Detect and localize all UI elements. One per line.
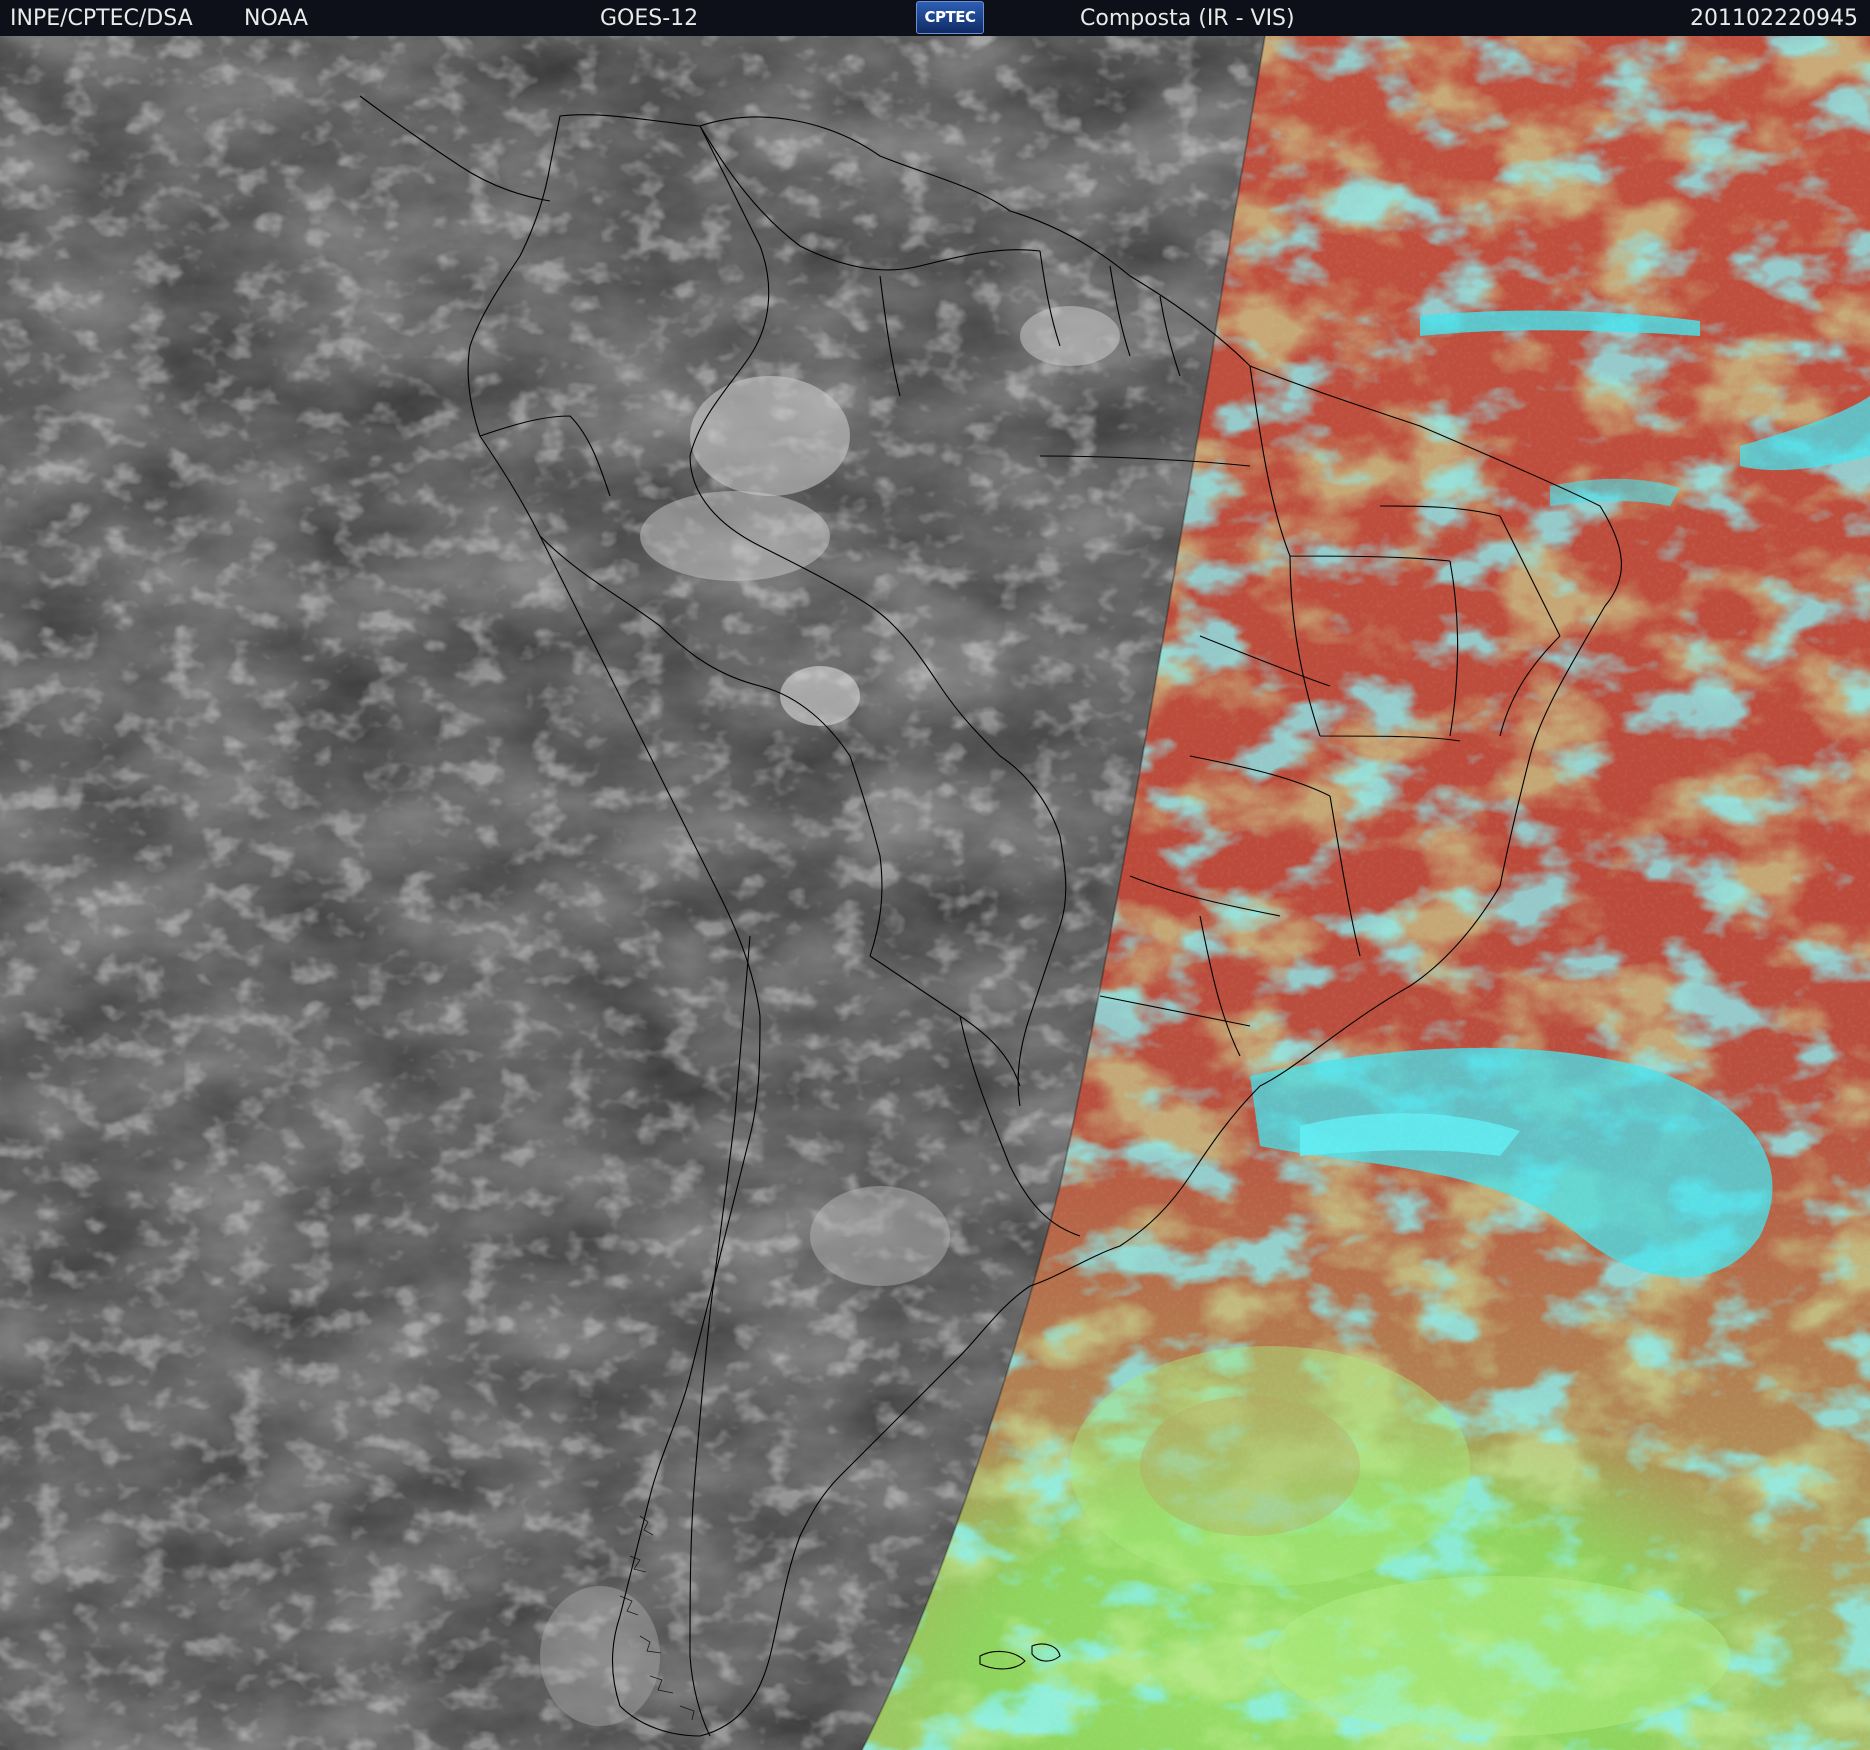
satellite-image-svg [0, 36, 1870, 1750]
organization-label: INPE/CPTEC/DSA [10, 6, 193, 31]
satellite-label: GOES-12 [600, 6, 699, 31]
header-bar: INPE/CPTEC/DSA NOAA GOES-12 CPTEC Compos… [0, 0, 1870, 36]
logo-text: CPTEC [924, 8, 977, 26]
satellite-image [0, 36, 1870, 1750]
product-label: Composta (IR - VIS) [1080, 6, 1295, 31]
timestamp-label: 201102220945 [1690, 6, 1858, 31]
cptec-logo: CPTEC [916, 1, 984, 34]
agency-label: NOAA [244, 6, 309, 31]
